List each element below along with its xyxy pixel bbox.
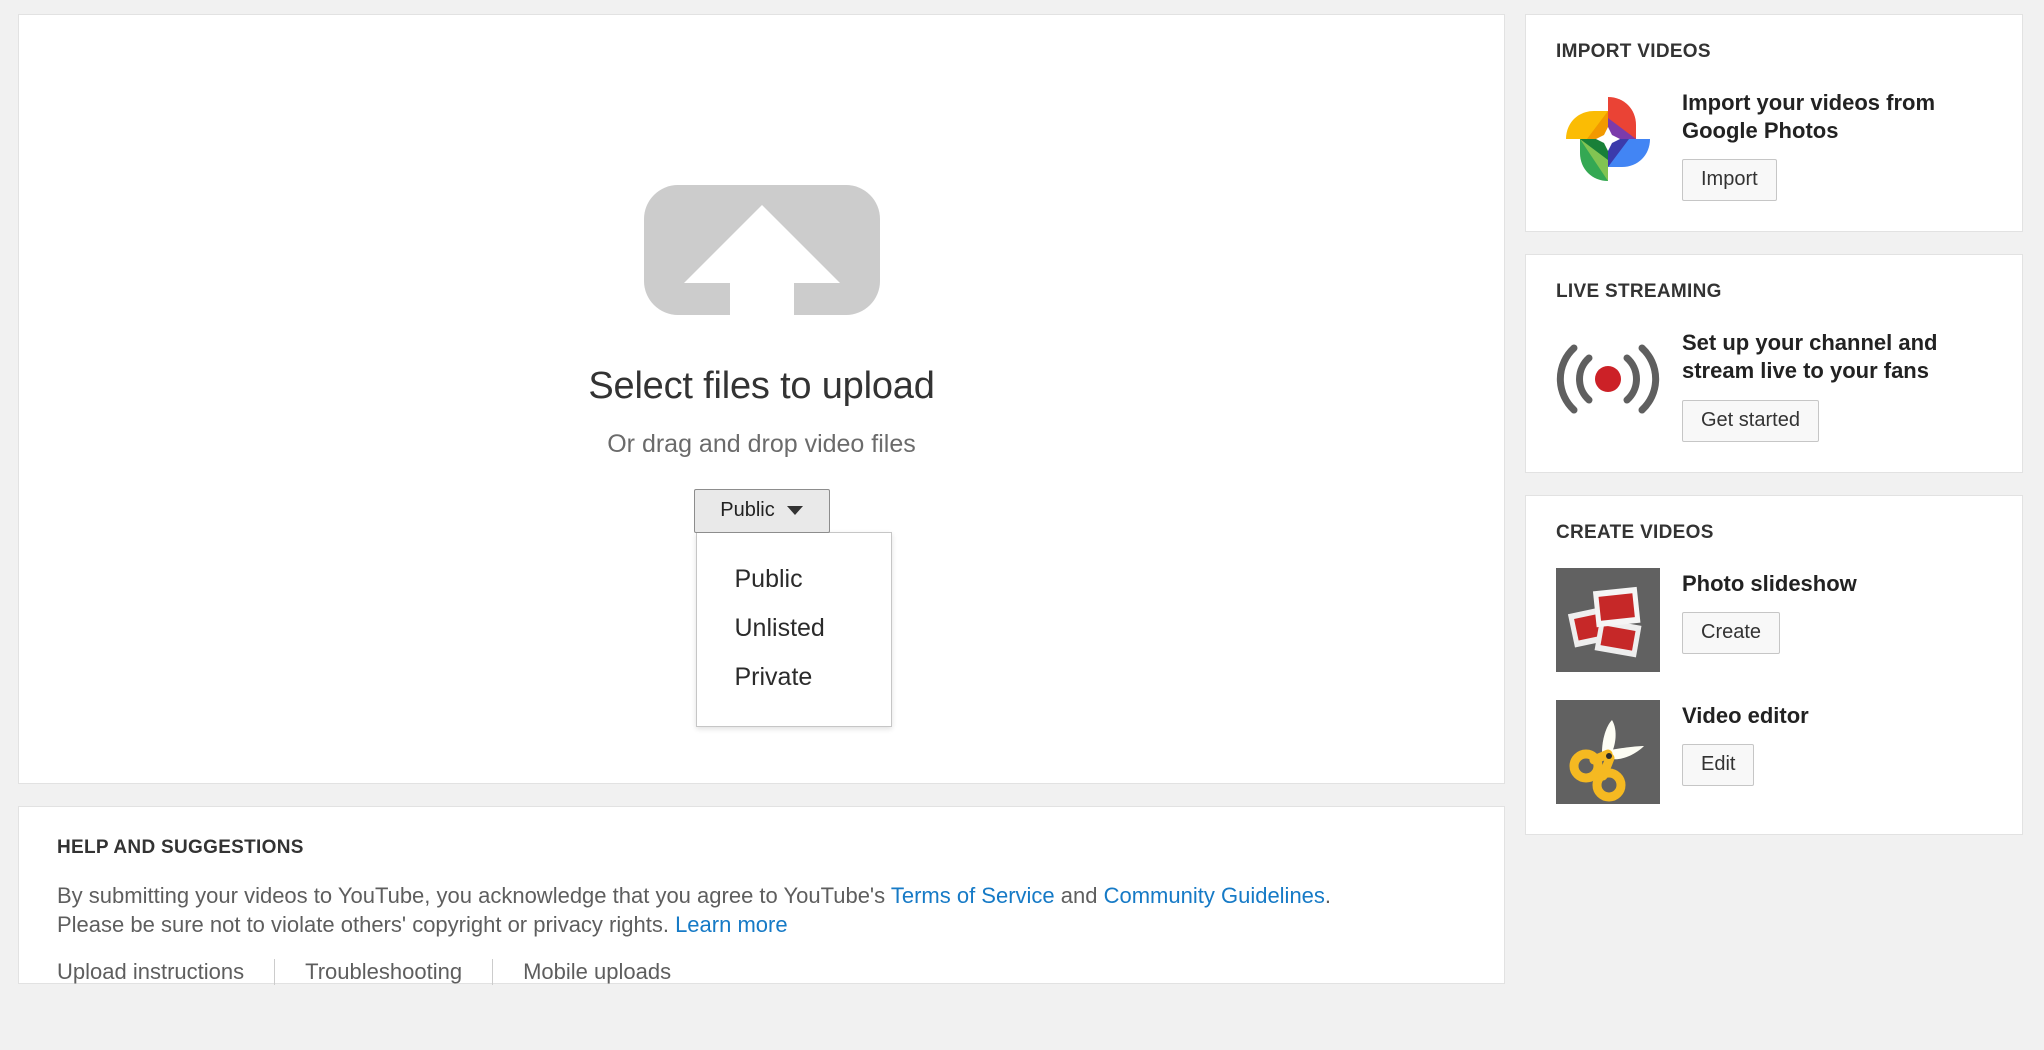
help-panel-title: HELP AND SUGGESTIONS	[57, 837, 304, 858]
create-videos-panel: CREATE VIDEOS Photo slideshow Create Vid…	[1525, 494, 2023, 835]
import-videos-text: Import your videos from Google Photos Im…	[1682, 87, 1952, 202]
privacy-selector: Public Public Unlisted Private	[693, 489, 892, 727]
create-slideshow-button[interactable]: Create	[1682, 611, 1781, 654]
help-and-suggestions-panel: HELP AND SUGGESTIONS By submitting your …	[18, 806, 1505, 986]
video-editor-heading: Video editor	[1682, 702, 1809, 728]
help-legal-text: By submitting your videos to YouTube, yo…	[57, 881, 1466, 939]
upload-title: Select files to upload	[588, 365, 935, 407]
sidebar: IMPORT VIDEOS Import your videos from Go…	[1525, 14, 2023, 857]
get-started-button[interactable]: Get started	[1682, 399, 1819, 442]
help-text-line1-post: .	[1324, 883, 1332, 908]
video-editor-text: Video editor Edit	[1682, 700, 1809, 786]
chevron-down-icon	[786, 506, 803, 515]
learn-more-link[interactable]: Learn more	[675, 912, 788, 937]
terms-of-service-link[interactable]: Terms of Service	[891, 883, 1055, 908]
live-streaming-heading: Set up your channel and stream live to y…	[1682, 330, 1938, 384]
upload-page: Select files to upload Or drag and drop …	[0, 0, 2044, 1050]
live-streaming-title: LIVE STREAMING	[1556, 281, 1722, 303]
upload-subtitle: Or drag and drop video files	[607, 430, 916, 458]
help-text-line2-pre: Please be sure not to violate others' co…	[57, 912, 676, 938]
upload-dropzone[interactable]: Select files to upload Or drag and drop …	[18, 14, 1505, 784]
create-videos-title: CREATE VIDEOS	[1556, 521, 1714, 543]
privacy-option-unlisted[interactable]: Unlisted	[697, 604, 891, 653]
photo-slideshow-row: Photo slideshow Create	[1556, 567, 1992, 672]
help-quick-links: Upload instructions Troubleshooting Mobi…	[57, 959, 1466, 986]
photo-slideshow-text: Photo slideshow Create	[1682, 568, 1857, 654]
mobile-uploads-link[interactable]: Mobile uploads	[523, 959, 671, 985]
link-divider	[274, 959, 276, 986]
live-broadcast-icon	[1556, 327, 1660, 431]
privacy-option-public[interactable]: Public	[697, 555, 891, 604]
import-button[interactable]: Import	[1682, 159, 1777, 202]
video-editor-row: Video editor Edit	[1556, 699, 1992, 804]
import-videos-row: Import your videos from Google Photos Im…	[1556, 87, 1992, 202]
community-guidelines-link[interactable]: Community Guidelines	[1104, 883, 1325, 908]
import-videos-panel: IMPORT VIDEOS Import your videos from Go…	[1525, 14, 2023, 233]
main-column: Select files to upload Or drag and drop …	[18, 14, 1505, 986]
upload-arrow-icon[interactable]	[643, 185, 880, 315]
upload-instructions-link[interactable]: Upload instructions	[57, 959, 244, 985]
link-divider	[492, 959, 494, 986]
help-text-line1-pre: By submitting your videos to YouTube, yo…	[57, 883, 891, 908]
privacy-option-private[interactable]: Private	[697, 653, 891, 702]
privacy-selected-value: Public	[720, 499, 775, 521]
photo-slideshow-heading: Photo slideshow	[1682, 570, 1857, 596]
privacy-dropdown-menu[interactable]: Public Unlisted Private	[695, 532, 892, 727]
upload-dropzone-content: Select files to upload Or drag and drop …	[19, 185, 1504, 727]
edit-video-button[interactable]: Edit	[1682, 743, 1755, 786]
live-streaming-panel: LIVE STREAMING Set up your channel and s…	[1525, 254, 2023, 473]
live-streaming-text: Set up your channel and stream live to y…	[1682, 327, 1952, 442]
privacy-dropdown-button[interactable]: Public	[693, 489, 830, 533]
troubleshooting-link[interactable]: Troubleshooting	[305, 959, 462, 985]
help-text-line1-mid: and	[1054, 883, 1104, 908]
video-editor-scissors-icon	[1556, 699, 1660, 804]
photo-slideshow-icon	[1556, 567, 1660, 672]
import-videos-title: IMPORT VIDEOS	[1556, 41, 1711, 62]
live-streaming-row: Set up your channel and stream live to y…	[1556, 327, 1992, 442]
google-photos-icon	[1556, 87, 1660, 191]
import-videos-heading: Import your videos from Google Photos	[1682, 90, 1936, 144]
